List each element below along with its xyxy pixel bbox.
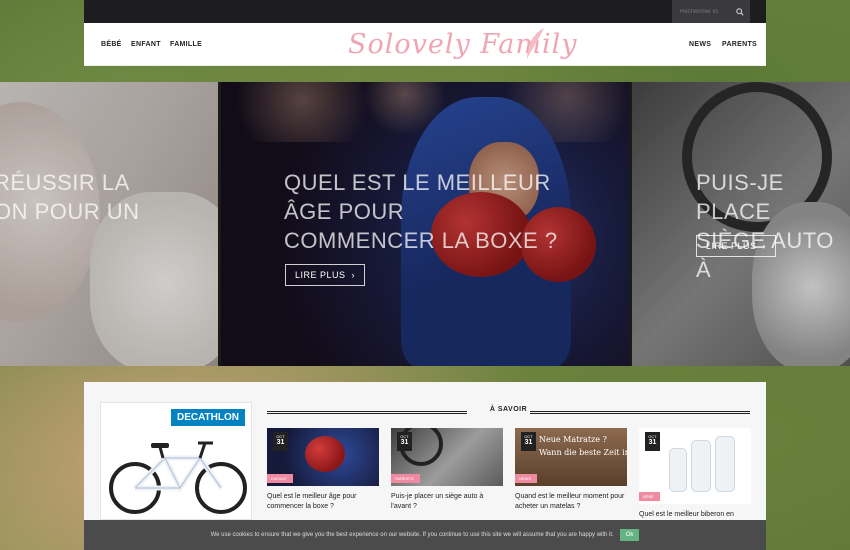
slide-title-line: RÉUSSIR LA — [0, 170, 130, 195]
section-rule — [530, 411, 750, 414]
search-input[interactable] — [672, 0, 730, 23]
boxing-glove-image — [305, 436, 345, 472]
thumbnail-caption: Neue Matratze ? Wann die beste Zeit in — [539, 433, 627, 459]
feather-icon — [527, 28, 544, 59]
search-icon — [736, 7, 744, 16]
main-nav: BÉBÉ ENFANT FAMILLE Solovely Family NEWS… — [84, 23, 766, 66]
nav-item-bebe[interactable]: BÉBÉ — [101, 41, 122, 48]
date-day: 31 — [648, 439, 657, 446]
nav-item-parents[interactable]: PARENTS — [722, 41, 757, 48]
slide-baby[interactable]: RÉUSSIR LA ON POUR UN — [0, 82, 218, 366]
slide-title[interactable]: PUIS-JE PLACE SIÈGE AUTO À — [696, 168, 850, 284]
date-badge: OCT 31 — [397, 432, 412, 451]
date-badge: OCT 31 — [273, 432, 288, 451]
article-title[interactable]: Quel est le meilleur biberon en — [639, 510, 751, 520]
cookie-bar: We use cookies to ensure that we give yo… — [84, 520, 766, 550]
caption-line: Wann die beste Zeit in — [539, 448, 627, 457]
read-more-button[interactable]: LIRE PLUS › — [285, 264, 366, 286]
nav-item-news[interactable]: NEWS — [689, 41, 711, 48]
chevron-right-icon: › — [351, 270, 356, 280]
top-bar — [84, 0, 766, 23]
search-button[interactable] — [730, 0, 750, 23]
slide-title-line: COMMENCER LA BOXE ? — [284, 228, 558, 253]
slide-title-line: QUEL EST LE MEILLEUR — [284, 170, 551, 195]
slide-title[interactable]: QUEL EST LE MEILLEUR ÂGE POUR COMMENCER … — [284, 168, 558, 255]
date-badge: OCT 31 — [521, 432, 536, 451]
baby-bottle-image — [669, 448, 687, 492]
article-title[interactable]: Quand est le meilleur moment pour achete… — [515, 492, 627, 512]
bicycle-image — [109, 441, 247, 514]
ad-banner[interactable]: DECATHLON — [100, 402, 252, 520]
article-card[interactable]: OCT 31 ENFANT Quel est le meilleur âge p… — [267, 428, 379, 512]
article-thumbnail[interactable]: Neue Matratze ? Wann die beste Zeit in O… — [515, 428, 627, 486]
date-day: 31 — [524, 439, 533, 446]
featured-slider: RÉUSSIR LA ON POUR UN QUEL EST LE MEILLE… — [0, 82, 850, 366]
category-tag[interactable]: BÉBÉ — [639, 492, 660, 501]
article-title[interactable]: Quel est le meilleur âge pour commencer … — [267, 492, 379, 512]
read-more-label: LIRE PLUS — [295, 270, 346, 280]
category-tag[interactable]: NEWS — [515, 474, 537, 483]
article-thumbnail[interactable]: OCT 31 PARENTS — [391, 428, 503, 486]
caption-line: Neue Matratze ? — [539, 435, 607, 444]
cookie-text: We use cookies to ensure that we give yo… — [210, 532, 614, 538]
nav-item-enfant[interactable]: ENFANT — [131, 41, 161, 48]
slide-title-line: ÂGE POUR — [284, 199, 405, 224]
section-header: À SAVOIR — [267, 406, 750, 419]
read-more-label: LIRE PLUS — [706, 241, 757, 251]
category-tag[interactable]: ENFANT — [267, 474, 293, 483]
chevron-right-icon: › — [762, 241, 767, 251]
article-card[interactable]: OCT 31 PARENTS Puis-je placer un siège a… — [391, 428, 503, 512]
slide-car-seat[interactable]: PUIS-JE PLACE SIÈGE AUTO À LIRE PLUS › — [632, 82, 850, 366]
article-thumbnail[interactable]: OCT 31 BÉBÉ — [639, 428, 751, 504]
date-day: 31 — [276, 439, 285, 446]
baby-bottle-image — [691, 440, 711, 492]
article-thumbnail[interactable]: OCT 31 ENFANT — [267, 428, 379, 486]
article-title[interactable]: Puis-je placer un siège auto à l'avant ? — [391, 492, 503, 512]
slide-title-line: ON POUR UN — [0, 199, 140, 224]
baby-bottle-image — [715, 436, 735, 492]
article-card[interactable]: OCT 31 BÉBÉ Quel est le meilleur biberon… — [639, 428, 751, 520]
slide-boxing[interactable]: QUEL EST LE MEILLEUR ÂGE POUR COMMENCER … — [221, 82, 629, 366]
read-more-button[interactable]: LIRE PLUS › — [696, 235, 777, 257]
slide-title[interactable]: RÉUSSIR LA ON POUR UN — [0, 168, 140, 226]
search-box — [672, 0, 750, 23]
date-day: 31 — [400, 439, 409, 446]
article-card[interactable]: Neue Matratze ? Wann die beste Zeit in O… — [515, 428, 627, 512]
cookie-ok-button[interactable]: Ok — [619, 529, 640, 541]
category-tag[interactable]: PARENTS — [391, 474, 420, 483]
nav-item-famille[interactable]: FAMILLE — [170, 41, 202, 48]
date-badge: OCT 31 — [645, 432, 660, 451]
slide-title-line: PUIS-JE PLACE — [696, 170, 784, 224]
ad-brand-logo: DECATHLON — [170, 409, 245, 426]
